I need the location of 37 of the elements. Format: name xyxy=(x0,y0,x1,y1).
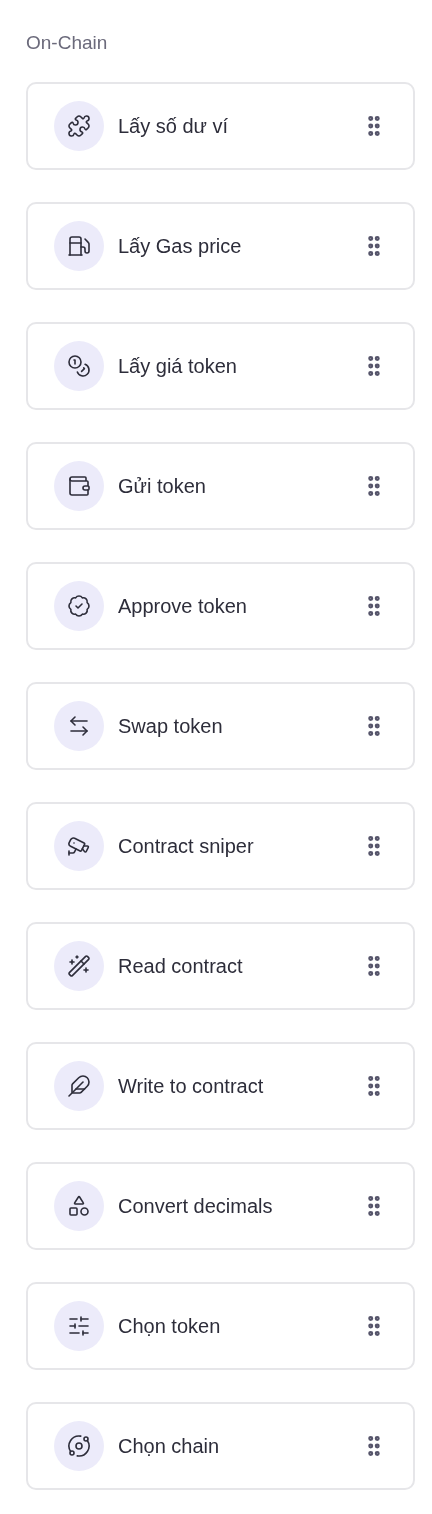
block-label: Approve token xyxy=(118,594,248,619)
block-label: Chọn token xyxy=(118,1314,222,1339)
block-label: Write to contract xyxy=(118,1074,265,1099)
block-label: Chọn chain xyxy=(118,1434,221,1459)
puzzle-icon xyxy=(67,114,91,138)
block-card[interactable]: Gửi token xyxy=(26,442,415,530)
block-label: Convert decimals xyxy=(118,1194,274,1219)
block-label: Contract sniper xyxy=(118,834,255,859)
block-card[interactable]: Read contract xyxy=(26,922,415,1010)
coin-icon xyxy=(67,354,91,378)
block-card[interactable]: Lấy số dư ví xyxy=(26,82,415,170)
block-label: Gửi token xyxy=(118,474,207,499)
block-card[interactable]: Chọn token xyxy=(26,1282,415,1370)
block-card[interactable]: Contract sniper xyxy=(26,802,415,890)
block-label: Read contract xyxy=(118,954,244,979)
shapes-icon xyxy=(67,1194,91,1218)
block-card[interactable]: Write to contract xyxy=(26,1042,415,1130)
block-card[interactable]: Chọn chain xyxy=(26,1402,415,1490)
section-title: On-Chain xyxy=(26,31,109,55)
block-label: Lấy Gas price xyxy=(118,234,243,259)
feather-icon xyxy=(67,1074,91,1098)
check-badge-icon xyxy=(67,594,91,618)
block-card[interactable]: Convert decimals xyxy=(26,1162,415,1250)
block-card[interactable]: Lấy giá token xyxy=(26,322,415,410)
block-card[interactable]: Swap token xyxy=(26,682,415,770)
swap-arrows-icon xyxy=(67,714,91,738)
sliders-icon xyxy=(67,1314,91,1338)
wallet-icon xyxy=(67,474,91,498)
block-card[interactable]: Lấy Gas price xyxy=(26,202,415,290)
block-label: Lấy giá token xyxy=(118,354,238,379)
block-card[interactable]: Approve token xyxy=(26,562,415,650)
block-label: Lấy số dư ví xyxy=(118,114,230,139)
orbit-icon xyxy=(67,1434,91,1458)
block-label: Swap token xyxy=(118,714,224,739)
magic-wand-icon xyxy=(67,954,91,978)
camera-icon xyxy=(67,834,91,858)
fuel-pump-icon xyxy=(67,234,91,258)
